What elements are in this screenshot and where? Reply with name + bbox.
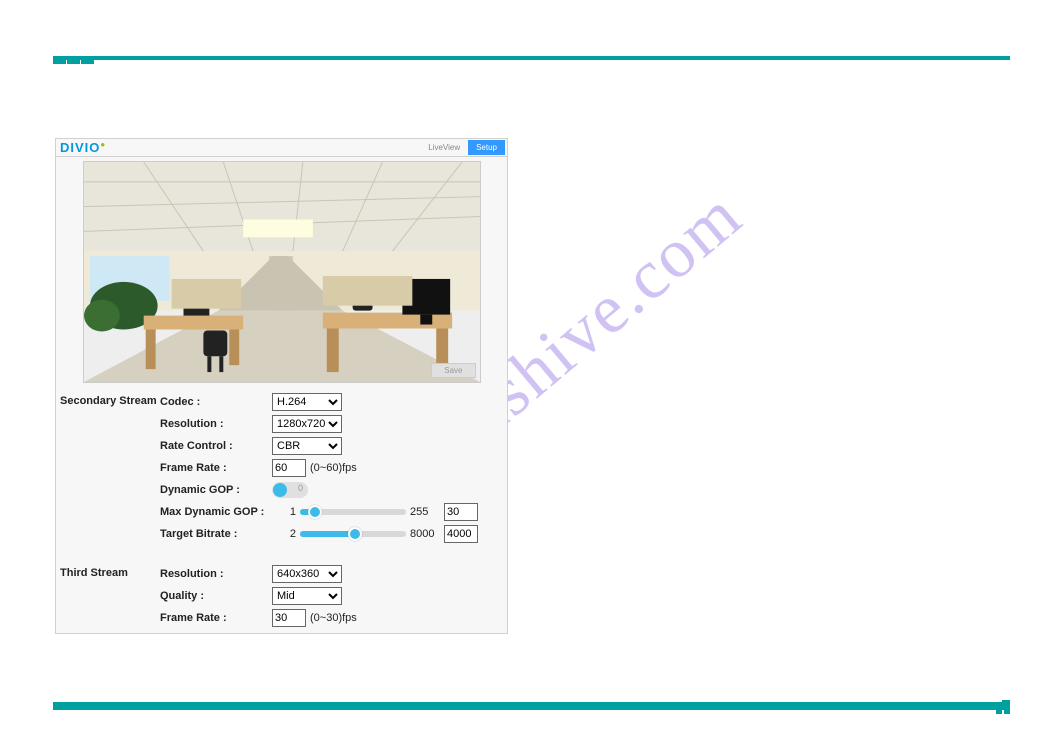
bitrate-max: 8000 [410,528,440,540]
header-rule [53,56,1010,60]
group-secondary: Secondary Stream [60,391,160,407]
app-header: DIVIO● LiveView Setup [56,139,507,157]
header-decor [53,56,95,64]
label-maxdyngop: Max Dynamic GOP : [160,506,272,518]
label-third-resolution: Resolution : [160,568,272,580]
label-quality: Quality : [160,590,272,602]
codec-select[interactable]: H.264 [272,393,342,411]
label-bitrate: Target Bitrate : [160,528,272,540]
tab-setup[interactable]: Setup [468,140,505,155]
third-framerate-unit: (0~30)fps [310,612,357,624]
label-ratecontrol: Rate Control : [160,440,272,452]
logo: DIVIO● [60,140,106,155]
bitrate-slider[interactable] [300,531,406,537]
app-window: DIVIO● LiveView Setup [55,138,508,634]
third-resolution-select[interactable]: 640x360 [272,565,342,583]
bitrate-input[interactable] [444,525,478,543]
settings-panel: Secondary Stream Codec : H.264 Resolutio… [56,389,507,633]
dyngop-toggle[interactable]: 0 [272,482,308,498]
sec-framerate-unit: (0~60)fps [310,462,357,474]
maxdyngop-max: 255 [410,506,440,518]
sec-resolution-select[interactable]: 1280x720 [272,415,342,433]
footer-decor [994,700,1010,714]
label-sec-resolution: Resolution : [160,418,272,430]
footer-rule [53,702,1010,710]
maxdyngop-min: 1 [272,506,296,518]
quality-select[interactable]: Mid [272,587,342,605]
maxdyngop-slider[interactable] [300,509,406,515]
save-button[interactable]: Save [431,363,475,378]
label-third-framerate: Frame Rate : [160,612,272,624]
ratecontrol-select[interactable]: CBR [272,437,342,455]
group-third: Third Stream [60,563,160,579]
camera-preview: Save [83,161,481,383]
label-sec-framerate: Frame Rate : [160,462,272,474]
label-dyngop: Dynamic GOP : [160,484,272,496]
maxdyngop-input[interactable] [444,503,478,521]
label-codec: Codec : [160,396,272,408]
sec-framerate-input[interactable] [272,459,306,477]
tab-liveview[interactable]: LiveView [420,140,468,155]
third-framerate-input[interactable] [272,609,306,627]
tabs: LiveView Setup [420,140,505,155]
bitrate-min: 2 [272,528,296,540]
